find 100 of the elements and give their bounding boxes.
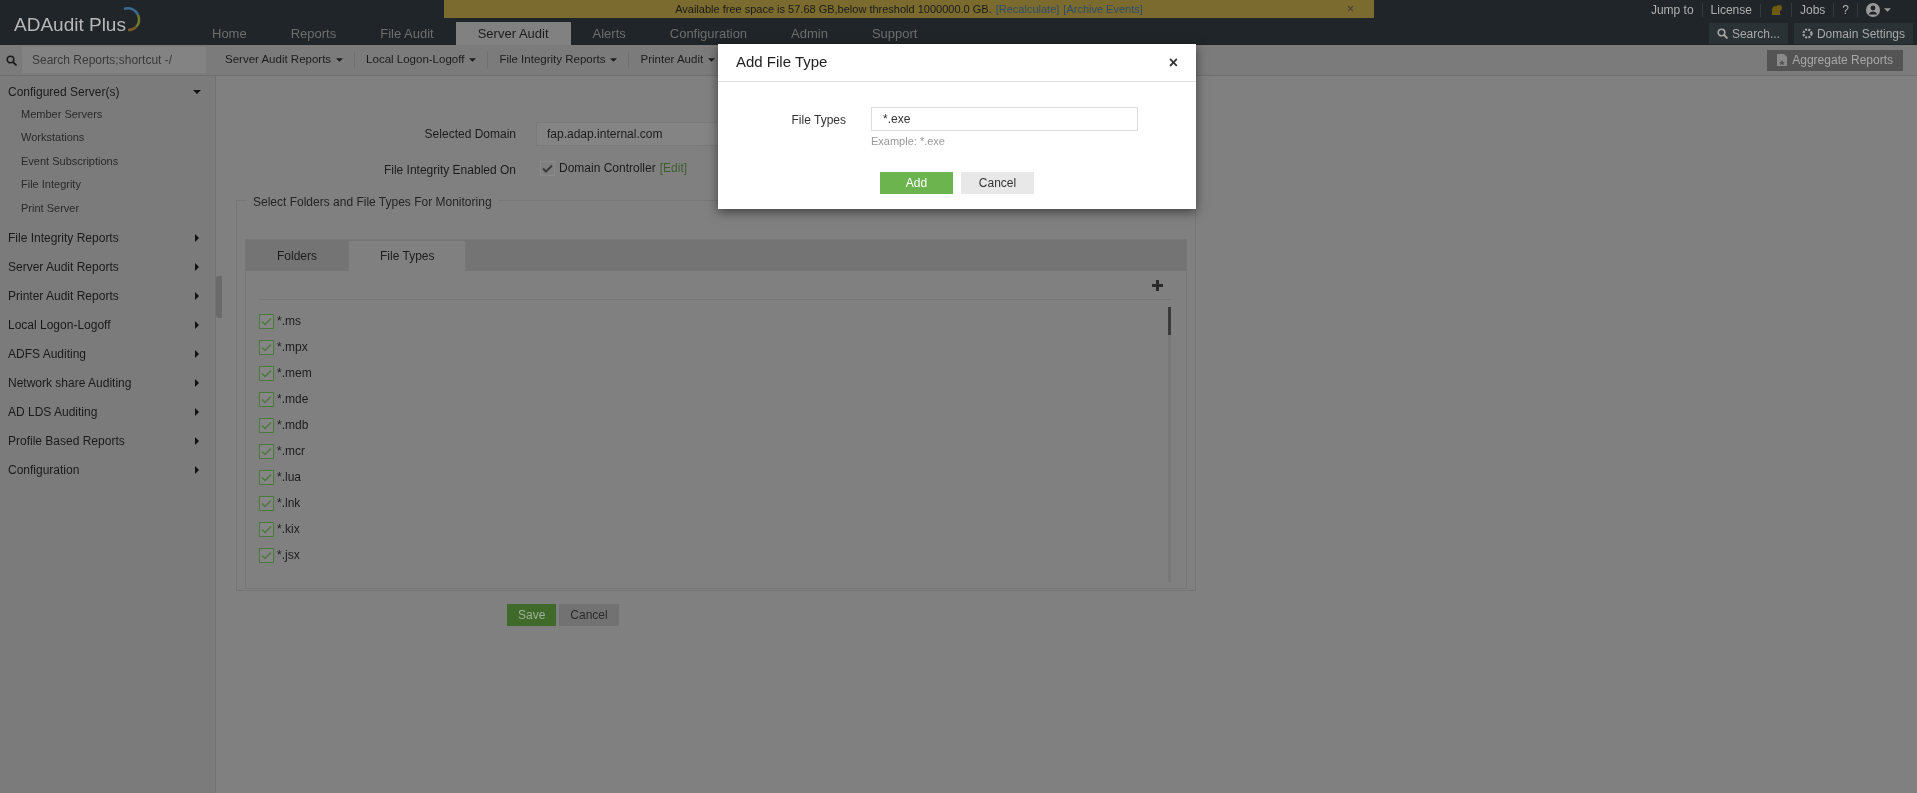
header-link[interactable]: Jump to [1642,3,1702,17]
banner-text: Available free space is 57.68 GB,below threshold 1000000.0 GB. [675,1,992,17]
caret-right-icon [193,408,201,416]
nav-tab[interactable]: Configuration [647,22,770,45]
file-type-label: *.lnk [277,495,301,512]
checkbox[interactable] [259,469,274,485]
header-link[interactable]: ? [1833,3,1857,17]
sidebar-item[interactable]: Print Server [0,196,215,220]
sidebar-group[interactable]: Profile Based Reports [0,426,215,456]
logo-text: ADAudit Plus [14,13,126,38]
caret-right-icon [193,350,201,358]
sidebar-group[interactable]: Configuration [0,455,215,485]
file-type-label: *.ms [277,313,301,330]
file-type-input[interactable]: *.exe [871,107,1138,131]
file-type-label: *.mpx [277,339,308,356]
report-menu[interactable]: Server Audit Reports [214,51,356,69]
checkmark-icon [261,420,272,430]
report-menu[interactable]: File Integrity Reports [488,51,630,69]
caret-down-icon [336,58,344,62]
nav-tab[interactable]: Alerts [570,22,648,45]
search-button[interactable]: Search... [1708,23,1788,44]
caret-right-icon [193,292,201,300]
file-type-label: *.lua [277,469,302,486]
sidebar-item[interactable]: Event Subscriptions [0,149,215,173]
search-icon [1716,28,1728,39]
sidebar-group[interactable]: Network share Auditing [0,368,215,398]
caret-down-icon [708,58,716,62]
option-label: Domain Controller [559,160,656,177]
search-field[interactable]: Search Reports;shortcut -/ [22,47,206,73]
nav-tab[interactable]: Reports [268,22,359,45]
gear-icon [1801,28,1813,39]
nav-tab[interactable]: Home [190,22,269,45]
checkmark-icon [261,446,272,456]
caret-right-icon [193,379,201,387]
panel-tab[interactable]: Folders [246,241,348,271]
cancel-button[interactable]: Cancel [961,171,1034,194]
close-button[interactable]: × [1168,50,1178,75]
dialog-title: Add File Type [736,52,828,73]
add-button[interactable]: Add [880,171,953,194]
sidebar-group[interactable]: Local Logon-Logoff [0,310,215,340]
sidebar-item[interactable]: File Integrity [0,172,215,196]
nav-tab[interactable]: Server Audit [455,22,571,45]
checkbox[interactable] [259,339,274,355]
file-type-label: *.jsx [277,547,300,564]
caret-right-icon [193,263,201,271]
caret-right-icon [193,234,201,242]
checkbox[interactable] [259,391,274,407]
caret-right-icon [193,321,201,329]
sidebar-item[interactable]: Workstations [0,125,215,149]
file-type-label: *.kix [277,521,300,538]
close-button[interactable]: × [1347,0,1354,18]
checkbox[interactable] [259,547,274,563]
caret-down-icon [610,58,618,62]
nav-tab[interactable]: File Audit [358,22,456,45]
add-icon[interactable] [1152,279,1163,291]
user-avatar-icon[interactable] [1866,3,1880,17]
checkmark-icon [261,498,272,508]
sidebar-group[interactable]: Server Audit Reports [0,252,215,282]
header-link[interactable]: Jobs [1790,3,1834,17]
checkbox[interactable] [259,495,274,511]
checkmark-icon [261,550,272,560]
checkmark-icon [261,342,272,352]
checkmark-icon [261,316,272,326]
checkbox[interactable] [259,443,274,459]
file-type-label: *.mem [277,365,312,382]
report-menu[interactable]: Local Logon-Logoff [355,51,489,69]
checkmark-icon [261,472,272,482]
cancel-button[interactable]: Cancel [559,604,619,626]
file-type-label: *.mdb [277,417,309,434]
save-button[interactable]: Save [507,604,557,626]
sidebar-group[interactable]: File Integrity Reports [0,223,215,253]
report-icon [1777,54,1788,66]
checkmark-icon [261,524,272,534]
caret-right-icon [193,437,201,445]
caret-right-icon [193,466,201,474]
file-type-label: *.mcr [277,443,305,460]
checkbox[interactable] [259,365,274,381]
checkmark-icon [542,163,553,173]
nav-tab[interactable]: Admin [769,22,850,45]
sidebar-group[interactable]: ADFS Auditing [0,339,215,369]
field-label: Selected Domain [423,126,517,143]
checkbox[interactable] [259,313,274,329]
header-link[interactable]: License [1701,3,1760,17]
caret-down-icon [1884,8,1891,12]
aggregate-reports-button[interactable]: Aggregate Reports [1767,49,1903,71]
panel-tab[interactable]: File Types [348,241,467,271]
domain-settings-button[interactable]: Domain Settings [1793,23,1913,44]
search-icon [5,54,17,66]
nav-tab[interactable]: Support [849,22,940,45]
checkbox[interactable] [540,160,555,176]
caret-down-icon [469,58,477,62]
sidebar-group[interactable]: AD LDS Auditing [0,397,215,427]
checkbox[interactable] [259,521,274,537]
checkmark-icon [261,394,272,404]
checkbox[interactable] [259,417,274,433]
checkmark-icon [261,368,272,378]
file-type-label: *.mde [277,391,309,408]
caret-down-icon [193,87,201,96]
sidebar-group[interactable]: Printer Audit Reports [0,281,215,311]
hint-text: Example: *.exe [871,134,946,149]
